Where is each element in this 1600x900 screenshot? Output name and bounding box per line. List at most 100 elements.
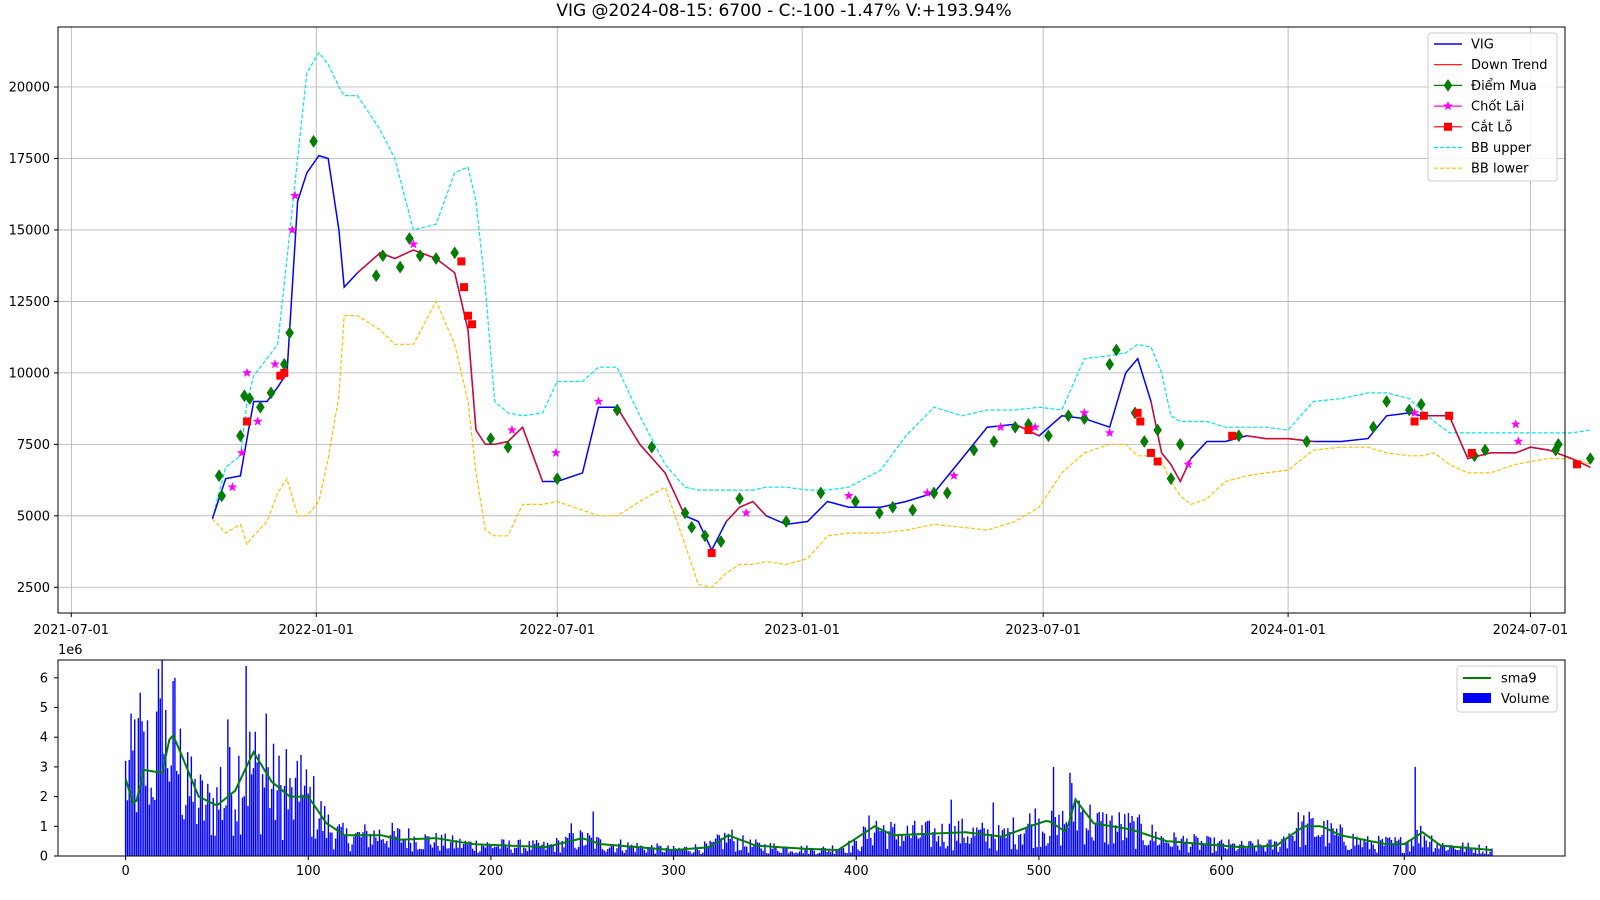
volume-bar [364,824,366,856]
take-profit-marker [1510,419,1521,429]
volume-bar [1482,851,1484,856]
volume-bar [946,846,949,856]
volume-legend[interactable]: sma9 Volume [1456,665,1558,713]
price-x-tick-label: 2023-07-01 [1005,623,1081,638]
volume-bar [729,839,731,856]
volume-bar [1339,824,1342,856]
volume-bar [800,845,803,856]
volume-bar [1297,812,1300,856]
volume-bar [298,801,300,856]
volume-bar [1462,842,1464,856]
volume-bar [493,846,496,856]
volume-bar [731,829,733,856]
volume-bar [510,849,512,856]
volume-bar [1114,825,1117,856]
volume-bar [232,835,235,856]
take-profit-marker [252,416,263,426]
price-legend-label: Down Trend [1471,58,1548,73]
volume-bar [751,847,753,856]
volume-bar [1043,833,1046,856]
volume-bar [652,849,655,856]
volume-bar [236,821,238,856]
volume-bar [842,848,845,856]
volume-bar [1284,839,1287,856]
buy-marker [431,252,441,265]
buy-marker [875,506,884,520]
volume-bar [1007,828,1009,856]
volume-bar [855,840,857,856]
volume-bar [1440,845,1442,856]
volume-bar [1345,845,1347,856]
take-profit-marker [1513,436,1524,446]
volume-bar [738,850,741,856]
price-legend-label: VIG [1471,38,1494,53]
volume-bar [499,848,501,856]
volume-bar [1021,844,1024,856]
volume-bar [433,842,435,856]
stop-loss-marker [1467,448,1476,457]
volume-bar [1434,848,1437,856]
volume-bar [1060,845,1062,856]
buy-marker [285,326,294,340]
volume-bar [134,719,136,856]
volume-bar [840,848,843,856]
volume-bar [431,847,434,856]
volume-bar [853,839,856,856]
volume-legend-label: Volume [1501,692,1549,707]
bb-upper-line [211,51,1591,519]
volume-bar [1264,851,1267,856]
volume-bar [1061,810,1064,856]
volume-bar [965,843,967,856]
volume-bar [1156,845,1159,856]
volume-bar [1133,821,1135,856]
volume-bar [221,820,224,856]
volume-bar [1166,842,1168,856]
volume-bar [784,847,786,856]
price-y-tick-label: 10000 [9,366,50,381]
volume-bar [276,790,278,856]
volume-bar [1158,844,1161,856]
volume-bar [1045,845,1047,856]
volume-bar [302,794,304,856]
volume-bar [245,665,247,856]
volume-bar [243,796,246,856]
volume-bar [950,799,952,856]
volume-bar [1085,828,1088,856]
price-legend[interactable]: VIG Down Trend Điểm Mua Chốt Lãi Cắt Lỗ BB up… [1427,32,1558,182]
volume-bar [1204,844,1206,856]
volume-bar [448,848,450,856]
buy-marker [687,520,696,534]
volume-bar [155,711,158,856]
volume-bar [329,832,331,856]
volume-bar [1334,834,1336,856]
volume-bar [1023,833,1026,856]
volume-bar [727,833,730,856]
volume-bar [1374,849,1376,856]
volume-bar [435,832,437,856]
volume-bar [331,832,333,856]
volume-bar [826,852,828,856]
volume-bar [985,841,987,856]
buy-marker [450,246,460,260]
volume-bar [881,830,883,856]
volume-bar [1246,847,1248,856]
volume-bar [135,812,138,856]
volume-bar [1394,837,1396,856]
volume-bar [1286,848,1289,856]
volume-bar [408,828,410,856]
volume-bar [935,841,938,856]
volume-bar [174,677,176,856]
buy-marker [816,486,826,500]
volume-bar [1409,851,1411,856]
volume-bar [126,800,129,856]
volume-bar [1105,813,1108,856]
volume-bar [1381,838,1384,856]
volume-bar [1054,817,1057,856]
volume-bar [422,849,425,856]
volume-bar [535,840,538,856]
volume-bar [1293,840,1296,856]
take-profit-marker [741,507,752,518]
volume-bar [260,834,262,856]
volume-bar [574,847,576,856]
buy-marker [647,440,657,454]
